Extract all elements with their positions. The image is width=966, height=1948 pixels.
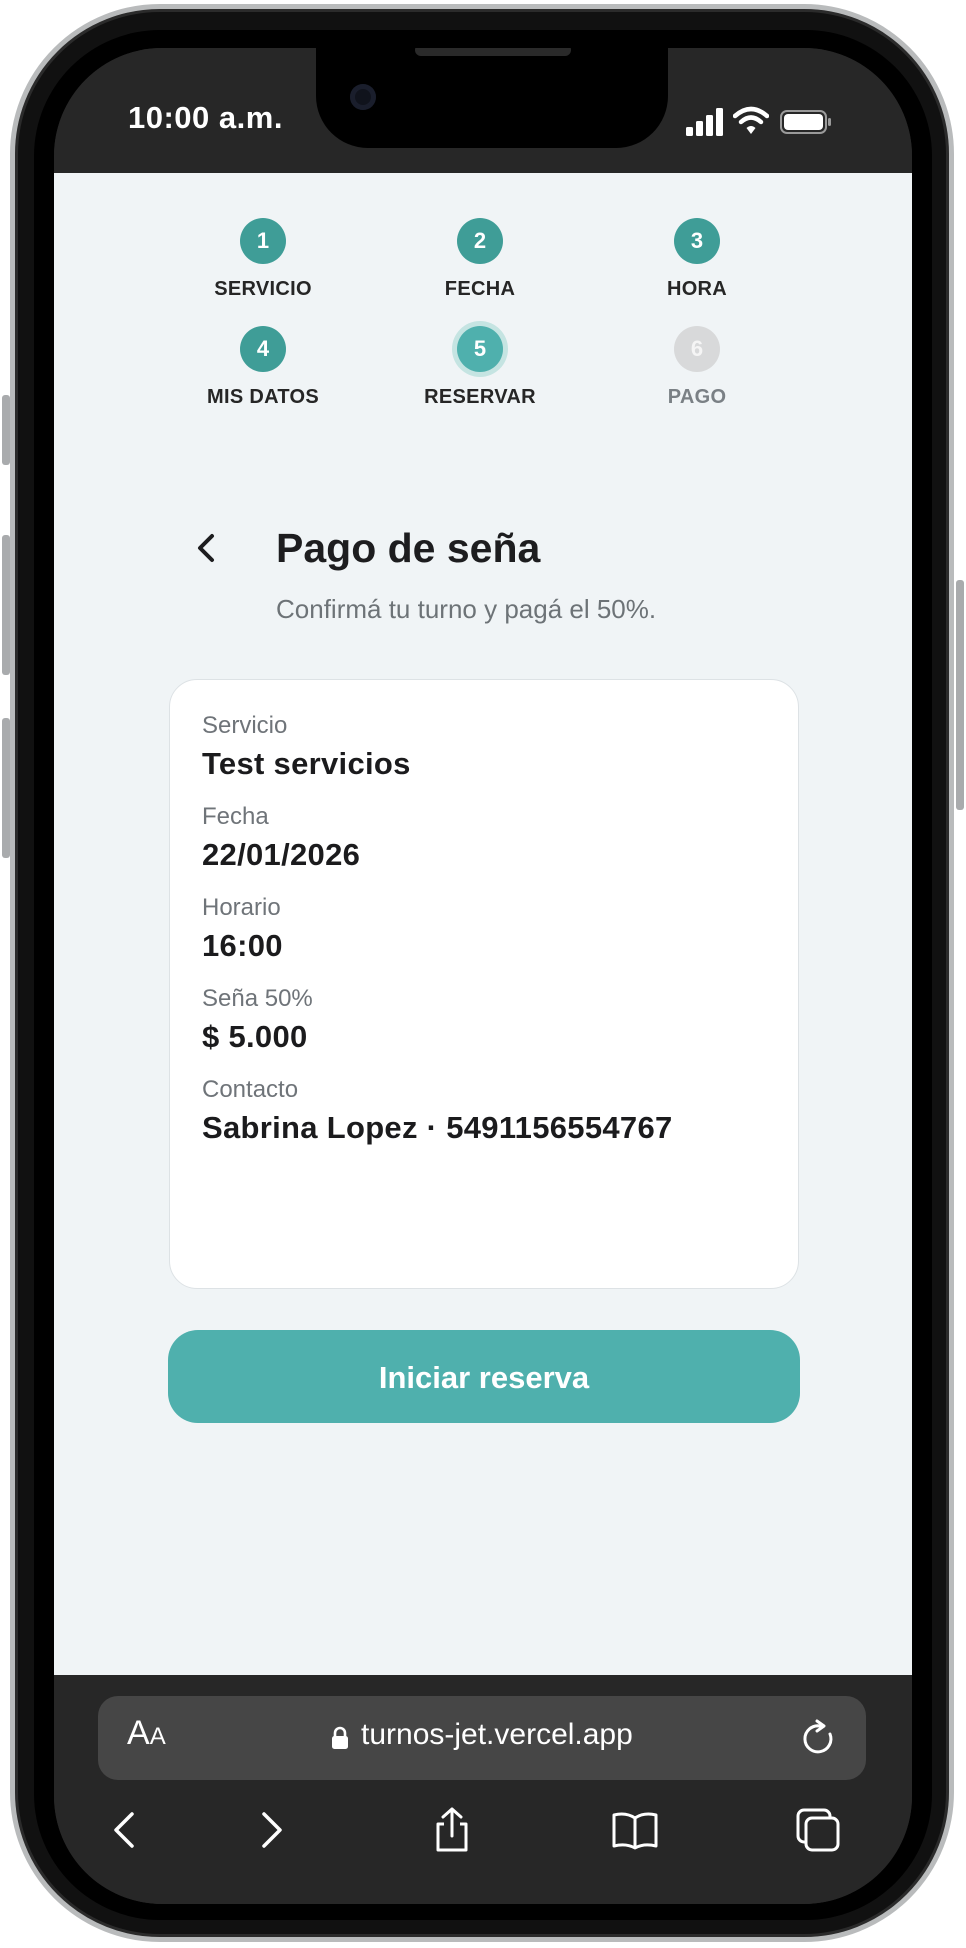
step-fecha[interactable]: 2 FECHA <box>380 218 580 301</box>
stepper: 1 SERVICIO 2 FECHA 3 HORA 4 MIS DATOS 5 <box>54 173 912 433</box>
service-value: Test servicios <box>202 746 411 781</box>
back-chevron-icon[interactable] <box>190 528 224 568</box>
wifi-icon <box>733 106 769 134</box>
nav-back-icon[interactable] <box>101 1806 149 1854</box>
step-servicio[interactable]: 1 SERVICIO <box>163 218 363 301</box>
service-label: Servicio <box>202 712 288 739</box>
step-label: PAGO <box>667 386 727 408</box>
step-number: 6 <box>674 326 720 372</box>
browser-toolbar: AA turnos-jet.vercel.app <box>54 1675 912 1904</box>
address-bar[interactable]: AA turnos-jet.vercel.app <box>98 1696 866 1780</box>
speaker-grille <box>415 48 571 56</box>
time-value: 16:00 <box>202 928 283 963</box>
time-label: Horario <box>202 894 281 921</box>
page-title: Pago de seña <box>276 525 541 571</box>
step-number: 2 <box>457 218 503 264</box>
web-page: 1 SERVICIO 2 FECHA 3 HORA 4 MIS DATOS 5 <box>54 173 912 1675</box>
step-number: 5 <box>457 326 503 372</box>
step-number: 4 <box>240 326 286 372</box>
start-booking-button[interactable]: Iniciar reserva <box>168 1330 800 1423</box>
share-icon[interactable] <box>428 1806 476 1854</box>
cellular-signal-icon <box>686 108 723 136</box>
text-size-button[interactable]: AA <box>127 1714 166 1753</box>
step-mis-datos[interactable]: 4 MIS DATOS <box>163 326 363 409</box>
bookmarks-icon[interactable] <box>611 1806 659 1854</box>
deposit-label: Seña 50% <box>202 985 313 1012</box>
volume-down-button <box>2 718 10 858</box>
step-pago[interactable]: 6 PAGO <box>597 326 797 409</box>
url-text[interactable]: turnos-jet.vercel.app <box>361 1718 633 1752</box>
contact-value: Sabrina Lopez · 5491156554767 <box>202 1110 673 1145</box>
text-size-small-glyph: A <box>149 1723 166 1750</box>
step-label: SERVICIO <box>214 278 312 300</box>
step-number: 1 <box>240 218 286 264</box>
phone-bezel: 10:00 a.m. 1 SERVICIO 2 FECHA 3 HORA 4 M… <box>34 30 932 1920</box>
silent-switch <box>2 395 10 465</box>
contact-label: Contacto <box>202 1076 299 1103</box>
step-label: RESERVAR <box>424 386 536 408</box>
step-hora[interactable]: 3 HORA <box>597 218 797 301</box>
lock-icon <box>332 1726 348 1749</box>
status-time: 10:00 a.m. <box>128 100 283 135</box>
reload-icon[interactable] <box>800 1718 838 1758</box>
page-subtitle: Confirmá tu turno y pagá el 50%. <box>276 594 657 624</box>
text-size-big-glyph: A <box>127 1714 150 1752</box>
booking-summary-card: Servicio Test servicios Fecha 22/01/2026… <box>169 679 799 1289</box>
volume-up-button <box>2 535 10 675</box>
front-camera <box>350 84 376 110</box>
date-label: Fecha <box>202 803 269 830</box>
phone-screen: 10:00 a.m. 1 SERVICIO 2 FECHA 3 HORA 4 M… <box>54 48 912 1904</box>
deposit-value: $ 5.000 <box>202 1019 308 1054</box>
battery-icon <box>780 110 831 134</box>
power-button <box>956 580 964 810</box>
step-label: MIS DATOS <box>207 386 319 408</box>
tabs-icon[interactable] <box>794 1806 842 1854</box>
nav-forward-icon[interactable] <box>247 1806 295 1854</box>
step-label: HORA <box>666 278 728 300</box>
step-label: FECHA <box>444 278 516 300</box>
date-value: 22/01/2026 <box>202 837 361 872</box>
status-bar: 10:00 a.m. <box>54 48 912 173</box>
step-reservar[interactable]: 5 RESERVAR <box>380 326 580 409</box>
step-number: 3 <box>674 218 720 264</box>
